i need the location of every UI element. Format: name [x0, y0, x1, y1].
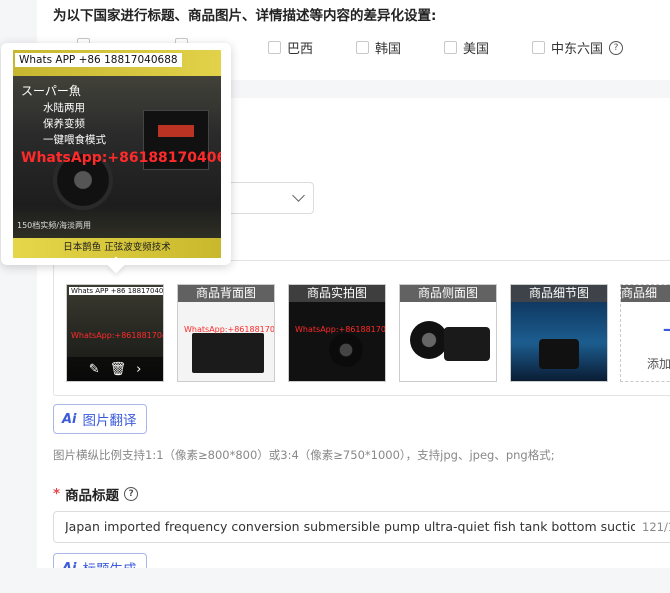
preview-brand: スーパー魚 — [21, 84, 81, 98]
checkbox-box[interactable] — [268, 41, 281, 54]
thumb-label: 商品细节图 — [511, 285, 607, 302]
preview-line: 保养变频 — [43, 118, 85, 130]
thumb-label: 商品侧面图 — [400, 285, 496, 302]
plus-icon: + — [661, 315, 670, 345]
preview-feature-lines: 水陆两用 保养变频 一键喂食模式 — [43, 100, 106, 148]
trash-icon[interactable]: 🗑 — [110, 362, 127, 377]
field-label-text: 商品标题 — [65, 488, 120, 504]
section-title: 为以下国家进行标题、商品图片、详情描述等内容的差异化设置: — [53, 8, 437, 24]
controller-shape — [192, 333, 264, 373]
bottom-bar — [37, 568, 670, 593]
thumb-label: 商品实拍图 — [289, 285, 385, 302]
image-format-hint: 图片横纵比例支持1:1（像素≥800*800）或3:4（像素≥750*1000）… — [53, 448, 555, 462]
preview-line: 水陆两用 — [43, 102, 85, 114]
ai-icon: Ai — [62, 411, 77, 427]
pump-shape — [539, 339, 579, 369]
gallery-thumb-side[interactable]: 商品侧面图 — [399, 284, 497, 382]
add-image-slot[interactable]: 商品细 + 添加 — [620, 284, 670, 382]
checkbox-box[interactable] — [532, 41, 545, 54]
gallery-thumb-real[interactable]: WhatsApp:+8618817040688 商品实拍图 — [288, 284, 386, 382]
help-icon[interactable]: ? — [609, 40, 624, 55]
gallery-thumb-back[interactable]: WhatsApp:+8618817040688 商品背面图 — [177, 284, 275, 382]
image-translate-button[interactable]: Ai 图片翻译 — [53, 404, 147, 434]
gallery-thumb-main[interactable]: Whats APP +86 18817040688 WhatsApp:+8618… — [66, 284, 164, 382]
preview-red-text: WhatsApp:+8618817040688 — [21, 150, 221, 166]
controller-screen — [158, 125, 194, 137]
button-label: 图片翻译 — [82, 413, 137, 429]
checkbox-box[interactable] — [444, 41, 457, 54]
required-mark: * — [53, 486, 61, 502]
title-input-value[interactable]: Japan imported frequency conversion subm… — [65, 519, 635, 534]
product-title-input[interactable]: Japan imported frequency conversion subm… — [53, 511, 670, 543]
char-count: 121/1 — [642, 520, 670, 534]
thumb-actions: ✎ 🗑 › — [67, 357, 163, 381]
chevron-right-icon[interactable]: › — [136, 362, 141, 377]
country-label: 中东六国 — [551, 42, 604, 57]
edit-icon[interactable]: ✎ — [89, 362, 100, 377]
thumb-red-text: WhatsApp:+8618817040688 — [71, 331, 163, 340]
pump-shape — [329, 333, 363, 367]
thumb-red-text: WhatsApp:+8618817040688 — [184, 325, 275, 334]
country-checkbox-gcc[interactable]: 中东六国 ? — [532, 38, 624, 57]
chevron-down-icon — [292, 189, 305, 202]
help-icon[interactable]: ? — [124, 487, 139, 501]
preview-watermark: Whats APP +86 18817040688 — [15, 53, 182, 67]
country-checkbox-brazil[interactable]: 巴西 — [268, 38, 313, 57]
country-label: 韩国 — [375, 42, 402, 57]
add-image-label: 添加 — [647, 357, 670, 371]
thumb-red-text: WhatsApp:+8618817040688 — [295, 325, 386, 334]
pump-shape — [410, 321, 448, 359]
preview-line: 一键喂食模式 — [43, 134, 106, 146]
gallery-thumb-detail[interactable]: 商品细节图 — [510, 284, 608, 382]
preview-image: Whats APP +86 18817040688 スーパー魚 水陆两用 保养变… — [13, 50, 221, 258]
thumb-label: 商品背面图 — [178, 285, 274, 302]
pump-body-shape — [444, 327, 490, 361]
preview-small-text: 150档实频/海淡两用 — [17, 221, 91, 230]
dropdown-select[interactable] — [220, 182, 314, 214]
product-title-label: * 商品标题 ? — [53, 484, 139, 504]
preview-footer: 日本鹊鱼 正弦波变频技术 — [13, 238, 221, 258]
country-label: 美国 — [463, 42, 490, 57]
country-checkbox-usa[interactable]: 美国 — [444, 38, 489, 57]
checkbox-box[interactable] — [356, 41, 369, 54]
country-label: 巴西 — [287, 42, 314, 57]
image-preview-popover: Whats APP +86 18817040688 スーパー魚 水陆两用 保养变… — [1, 43, 231, 274]
thumb-watermark: Whats APP +86 18817040688 — [69, 287, 163, 295]
country-checkbox-korea[interactable]: 韩国 — [356, 38, 401, 57]
thumb-label: 商品细 — [621, 285, 670, 302]
